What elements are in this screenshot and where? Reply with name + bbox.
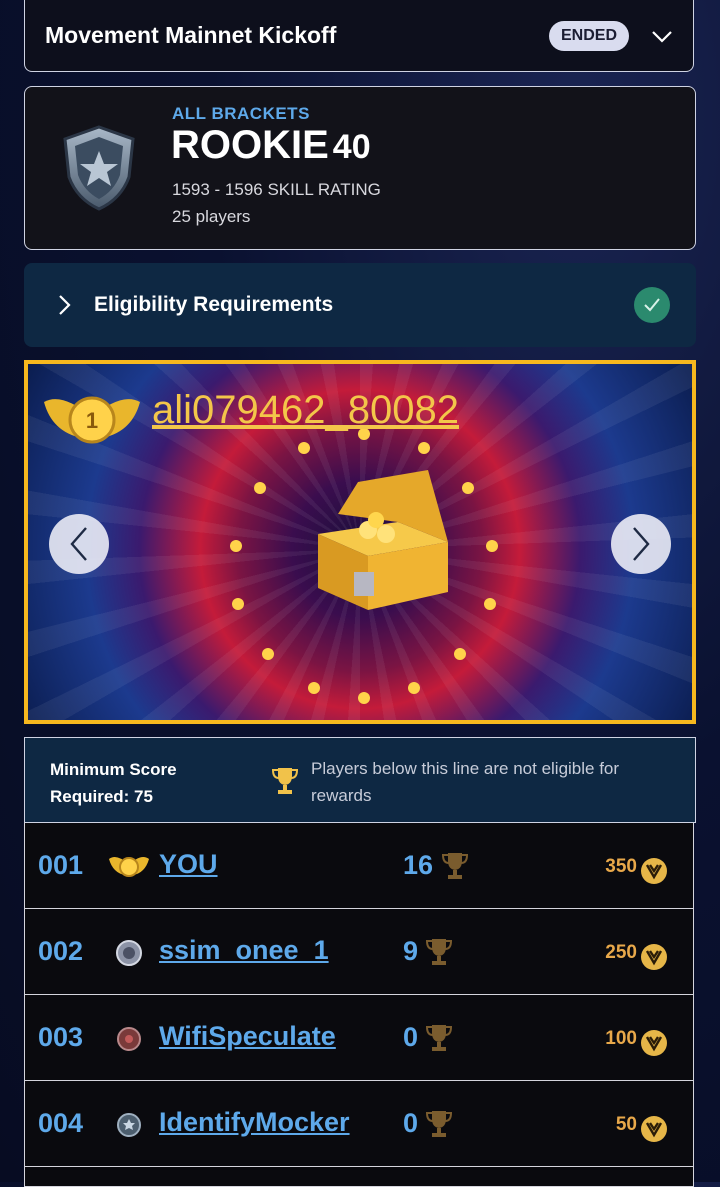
treasure-chest-icon xyxy=(318,470,448,610)
shield-star-icon xyxy=(63,125,135,211)
bronze-badge-icon xyxy=(117,1027,141,1051)
prev-button[interactable] xyxy=(49,514,109,574)
bracket-category: ALL BRACKETS xyxy=(172,104,310,123)
check-icon xyxy=(634,287,670,323)
tournament-header[interactable]: Movement Mainnet Kickoff ENDED xyxy=(24,0,694,72)
leaderboard-row[interactable]: 003 WifiSpeculate 0 100 xyxy=(24,995,694,1081)
svg-text:1: 1 xyxy=(86,408,98,433)
score: 0 xyxy=(403,1108,419,1138)
score: 0 xyxy=(403,1022,419,1052)
trophy-icon xyxy=(426,1025,452,1051)
score: 9 xyxy=(403,936,419,966)
next-button[interactable] xyxy=(611,514,671,574)
reward-amount: 50 xyxy=(615,1114,637,1135)
chevron-right-icon xyxy=(59,295,71,315)
eligibility-requirements-toggle[interactable]: Eligibility Requirements xyxy=(24,263,696,347)
reward-amount: 250 xyxy=(605,942,637,963)
token-coin-icon xyxy=(641,1116,667,1142)
chevron-right-icon xyxy=(633,527,650,561)
trophy-icon xyxy=(442,853,468,879)
rank: 003 xyxy=(38,1022,84,1052)
player-name-link[interactable]: IdentifyMocker xyxy=(159,1107,350,1138)
gold-wings-medal-icon xyxy=(109,857,149,877)
winner-banner: 1 ali079462_80082 xyxy=(24,360,696,724)
silver-badge-icon xyxy=(116,940,142,966)
minimum-score-label: Minimum Score Required: 75 xyxy=(50,760,177,806)
player-count: 25 players xyxy=(172,207,251,226)
token-coin-icon xyxy=(641,1030,667,1056)
token-coin-icon xyxy=(641,944,667,970)
rank: 004 xyxy=(38,1108,84,1138)
minimum-score-panel: Minimum Score Required: 75 Players below … xyxy=(24,737,696,823)
eligibility-label: Eligibility Requirements xyxy=(94,293,334,316)
token-coin-icon xyxy=(641,858,667,884)
tournament-title: Movement Mainnet Kickoff xyxy=(45,22,337,48)
trophy-icon xyxy=(426,1111,452,1137)
skill-range: 1593 - 1596 SKILL RATING xyxy=(172,180,381,199)
player-name-link[interactable]: ssim_onee_1 xyxy=(159,935,329,966)
player-name-link[interactable]: YOU xyxy=(159,849,218,880)
leaderboard-row[interactable]: 004 IdentifyMocker 0 50 xyxy=(24,1081,694,1167)
bracket-name: ROOKIE 40 xyxy=(171,123,371,167)
gold-wings-medal-icon: 1 xyxy=(44,396,140,444)
leaderboard-row[interactable]: 001 YOU 16 350 xyxy=(24,823,694,909)
bracket-card: ALL BRACKETS ROOKIE 40 1593 - 1596 SKILL … xyxy=(24,86,696,250)
leaderboard: 001 YOU 16 350 002 ssim_onee_1 9 250 003… xyxy=(24,823,694,1187)
status-badge: ENDED xyxy=(548,20,629,51)
leaderboard-row[interactable]: 002 ssim_onee_1 9 250 xyxy=(24,909,694,995)
chevron-down-icon[interactable] xyxy=(651,25,673,47)
rank: 002 xyxy=(38,936,84,966)
steel-badge-icon xyxy=(117,1113,141,1137)
reward-amount: 100 xyxy=(605,1028,637,1049)
trophy-icon xyxy=(272,768,298,794)
player-name-link[interactable]: WifiSpeculate xyxy=(159,1021,336,1052)
eligibility-note: Players below this line are not eligible… xyxy=(311,759,620,805)
leaderboard-row xyxy=(24,1167,694,1187)
reward-amount: 350 xyxy=(605,856,637,877)
score: 16 xyxy=(403,850,434,880)
winner-name-link[interactable]: ali079462_80082 xyxy=(152,388,459,433)
trophy-icon xyxy=(426,939,452,965)
chevron-left-icon xyxy=(70,527,87,561)
rank: 001 xyxy=(38,850,84,880)
